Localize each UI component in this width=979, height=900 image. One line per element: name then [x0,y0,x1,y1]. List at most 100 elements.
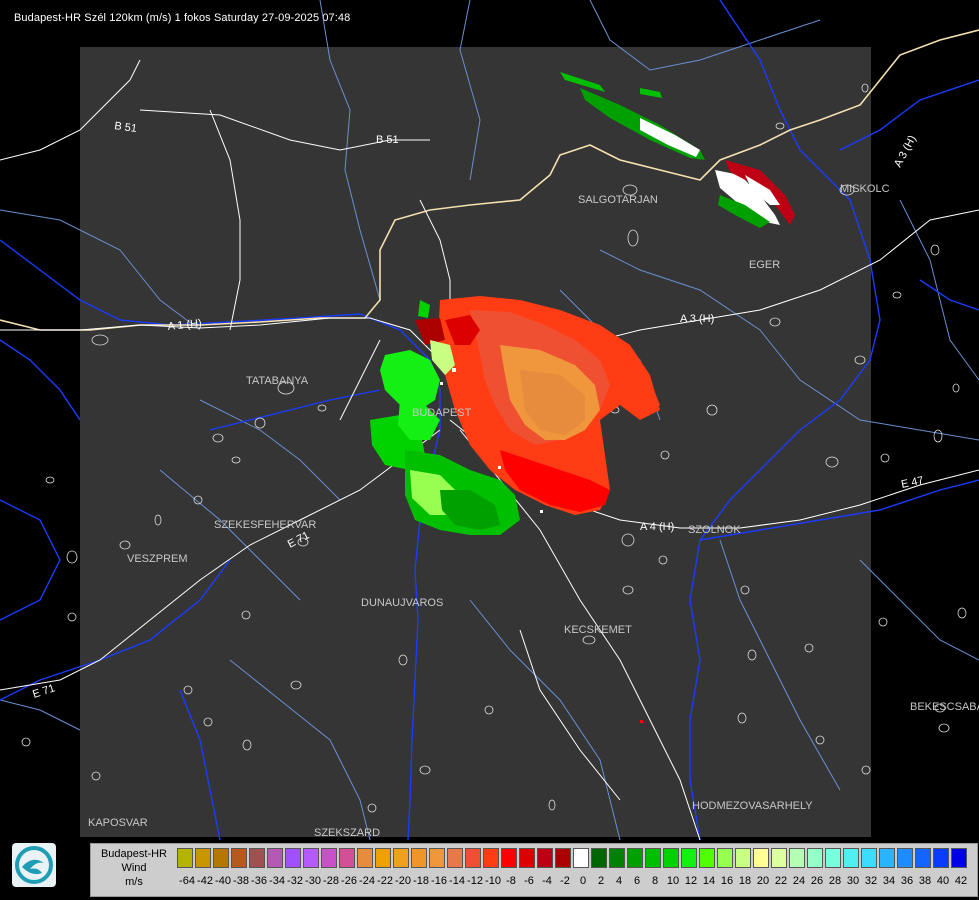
city-label-szolnok: SZOLNOK [688,524,741,536]
legend-tick-label: 28 [828,875,842,887]
road-label-e71-west: E 71 [31,682,56,700]
legend-tick-label: 10 [666,875,680,887]
echo-speck [640,720,643,723]
legend-tick-label: 22 [774,875,788,887]
legend-swatch [879,848,895,868]
legend-tick-label: 32 [864,875,878,887]
legend-tick-label: -42 [197,875,213,887]
legend-tick-label: -28 [323,875,339,887]
city-label-eger: EGER [749,259,780,271]
city-label-szekesfehervar: SZEKESFEHERVAR [214,519,316,531]
road-label-a3-south: A 3 (H) [680,313,714,325]
road-label-a3-north: A 3 (H) [892,134,919,170]
legend-swatch [231,848,247,868]
legend-tick-label: 8 [651,875,659,887]
legend-swatch [213,848,229,868]
legend-swatch [951,848,967,868]
road-label-b51-east: B 51 [376,134,399,146]
legend-swatch [807,848,823,868]
legend-tick-label: -6 [524,875,534,887]
legend-swatch [753,848,769,868]
legend-swatch [537,848,553,868]
legend-tick-label: -14 [449,875,465,887]
legend-swatch [681,848,697,868]
legend-swatch [717,848,733,868]
legend-tick-label: -10 [485,875,501,887]
legend-swatch [321,848,337,868]
city-label-salgotarjan: SALGOTARJAN [578,194,658,206]
legend-title-radar: Budapest-HR [100,848,168,860]
legend-tick-label: 42 [954,875,968,887]
legend-swatch [375,848,391,868]
wind-legend: Budapest-HR Wind m/s -64 -42 -40 -38 -36 -34-… [90,843,978,897]
legend-tick-label: 26 [810,875,824,887]
legend-swatch [465,848,481,868]
legend-swatch [195,848,211,868]
legend-title: Budapest-HR Wind m/s [91,847,177,889]
legend-swatch [699,848,715,868]
legend-swatch [285,848,301,868]
legend-tick-label: 20 [756,875,770,887]
legend-tick-label: 6 [633,875,641,887]
legend-tick-label: -16 [431,875,447,887]
legend-title-unit: m/s [125,876,143,888]
city-label-szekszard: SZEKSZARD [314,827,380,839]
legend-swatch [627,848,643,868]
legend-tick-label: 34 [882,875,896,887]
legend-tick-label: 24 [792,875,806,887]
legend-tick-label: -2 [560,875,570,887]
legend-tick-label: -24 [359,875,375,887]
legend-tick-label: 4 [615,875,623,887]
legend-swatch [645,848,661,868]
road-label-e47: E 47 [900,474,925,490]
legend-tick-label: -8 [506,875,516,887]
road-label-a4: A 4 (H) [640,521,674,533]
radar-map[interactable]: SALGOTARJAN MISKOLC EGER TATABANYA BUDAP… [0,0,979,840]
city-label-bekescsaba: BEKESCSABA [910,701,979,713]
legend-swatch [303,848,319,868]
legend-swatch [483,848,499,868]
legend-title-quantity: Wind [121,862,147,874]
city-label-tatabanya: TATABANYA [246,375,309,387]
legend-swatch [609,848,625,868]
city-label-miskolc: MISKOLC [840,183,890,195]
legend-tick-label: -38 [233,875,249,887]
legend-swatch [501,848,517,868]
legend-swatch [249,848,265,868]
legend-swatch [843,848,859,868]
legend-swatch [411,848,427,868]
city-label-dunaujvaros: DUNAUJVAROS [361,597,443,609]
legend-swatch [735,848,751,868]
legend-tick-label: -26 [341,875,357,887]
city-label-budapest: BUDAPEST [412,407,472,419]
legend-tick-label: -40 [215,875,231,887]
legend-tick-label: -64 [179,875,195,887]
legend-swatch [897,848,913,868]
legend-swatch [573,848,589,868]
city-label-veszprem: VESZPREM [127,553,188,565]
legend-tick-label: -4 [542,875,552,887]
legend-tick-label: 12 [684,875,698,887]
legend-swatch [861,848,877,868]
legend-swatch [393,848,409,868]
legend-tick-label: -18 [413,875,429,887]
legend-tick-label: -12 [467,875,483,887]
city-label-hodmezovasarhely: HODMEZOVASARHELY [692,800,813,812]
legend-swatch [519,848,535,868]
legend-swatch [267,848,283,868]
legend-tick-label: -34 [269,875,285,887]
city-label-kaposvar: KAPOSVAR [88,817,148,829]
legend-swatch [177,848,193,868]
legend-tick-label: 14 [702,875,716,887]
legend-swatch [429,848,445,868]
legend-tick-label: 16 [720,875,734,887]
hungarian-met-service-logo-icon [12,843,56,887]
legend-tick-label: -36 [251,875,267,887]
legend-swatch [933,848,949,868]
legend-swatch [447,848,463,868]
legend-tick-label: 36 [900,875,914,887]
legend-tick-label: 40 [936,875,950,887]
legend-tick-label: 2 [597,875,605,887]
legend-tick-label: -20 [395,875,411,887]
legend-swatch [789,848,805,868]
